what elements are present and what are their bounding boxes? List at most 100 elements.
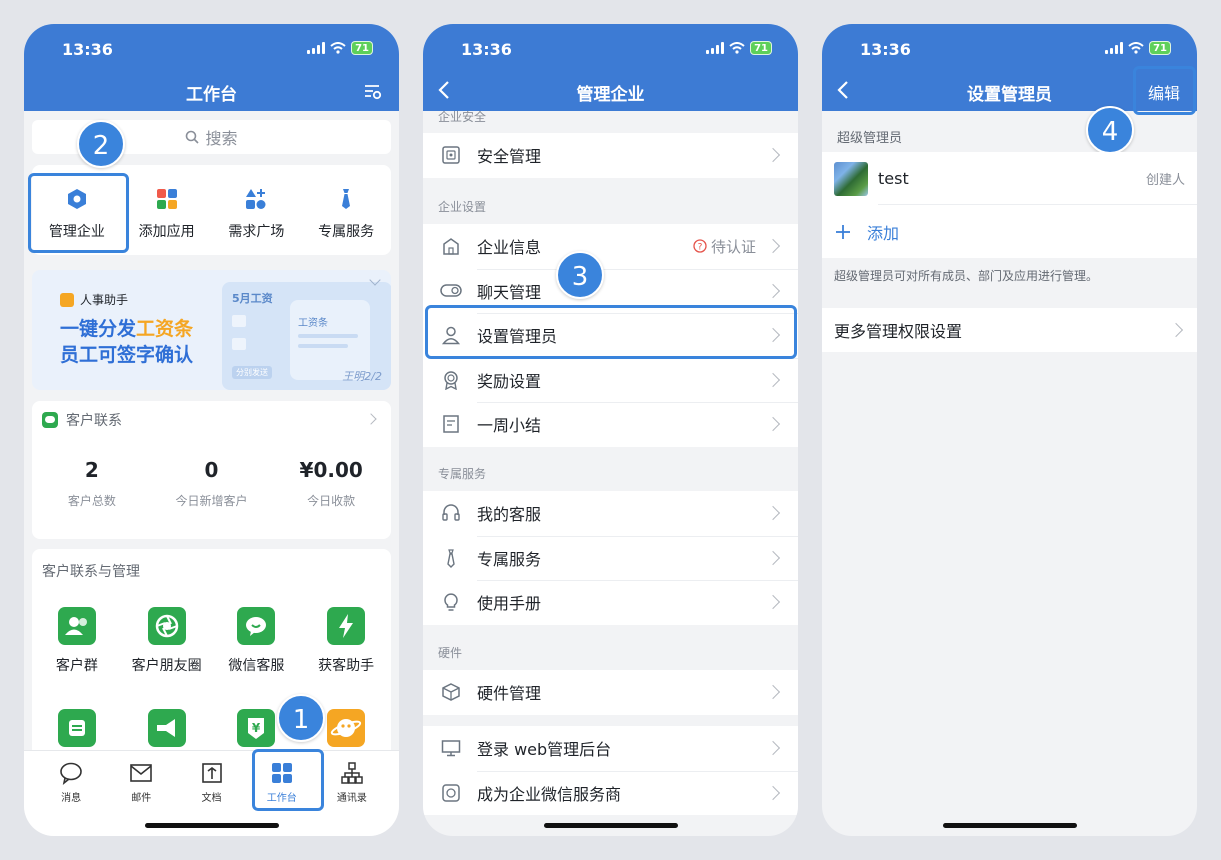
home-indicator	[943, 823, 1077, 828]
tie-icon	[342, 189, 351, 209]
customer-contact-card[interactable]: 客户联系 2 客户总数 0 今日新增客户 ¥0.00 今日收款	[32, 401, 391, 539]
banner-preview-card: 5月工资 工资条 分别发送 王明2/2	[222, 282, 391, 390]
chevron-right-icon	[765, 595, 781, 610]
other-list: 登录 web管理后台 成为企业微信服务商	[423, 726, 798, 815]
monitor-icon	[439, 736, 463, 760]
highlight-workbench-tab	[252, 749, 324, 811]
chevron-right-icon	[765, 283, 781, 298]
apps-grid-icon	[156, 189, 177, 209]
status-icons: 71	[1105, 40, 1171, 56]
building-icon	[439, 234, 463, 258]
chevron-right-icon	[765, 239, 781, 254]
avatar	[834, 161, 868, 196]
status-time: 13:36	[461, 40, 512, 59]
quick-label: 添加应用	[138, 224, 195, 240]
section-header-hardware: 硬件	[438, 646, 463, 660]
promo-banner[interactable]: 人事助手 一键分发工资条 员工可签字确认 5月工资 工资条 分别发送 王明2/2	[32, 270, 391, 390]
row-more-permissions[interactable]: 更多管理权限设置	[822, 308, 1197, 352]
exchange-icon	[57, 709, 96, 747]
tool-exchange[interactable]	[32, 709, 122, 747]
status-time: 13:36	[62, 40, 113, 59]
lightbulb-icon	[439, 590, 463, 614]
phone-workbench: 13:36 71 工作台 搜索 管理企业 添加应用 需求广场 专属服务 2 人事…	[24, 24, 399, 836]
add-app-button[interactable]: 添加应用	[122, 165, 212, 255]
row-security-management[interactable]: 安全管理	[423, 133, 798, 178]
highlight-edit-button	[1133, 66, 1196, 115]
tie-icon	[439, 546, 463, 570]
tool-broadcast[interactable]	[122, 709, 212, 747]
cube-icon	[439, 680, 463, 704]
step-badge-3: 3	[556, 251, 604, 299]
chevron-right-icon	[765, 372, 781, 387]
tab-contacts[interactable]: 通讯录	[317, 751, 387, 836]
tool-wechat-service[interactable]: 微信客服	[212, 607, 302, 675]
tab-messages[interactable]: 消息	[36, 751, 106, 836]
org-chart-icon	[341, 762, 363, 784]
page-title: 管理企业	[576, 85, 645, 105]
customer-tools-card: 客户联系与管理 客户群 客户朋友圈 微信客服 获客助手 ¥	[32, 549, 391, 769]
banner-headline: 一键分发工资条 员工可签字确认	[60, 318, 194, 366]
battery-indicator: 71	[750, 41, 772, 55]
row-web-admin-login[interactable]: 登录 web管理后台	[423, 726, 798, 771]
step-badge-2: 2	[77, 120, 125, 168]
signal-icon	[307, 42, 326, 54]
chevron-right-icon	[765, 685, 781, 700]
row-become-provider[interactable]: 成为企业微信服务商	[423, 770, 798, 816]
headset-icon	[439, 501, 463, 525]
tool-lead-assistant[interactable]: 获客助手	[301, 607, 391, 675]
manage-settings-icon[interactable]	[363, 82, 383, 102]
row-weekly-summary[interactable]: 一周小结	[423, 402, 798, 447]
plus-icon	[836, 224, 850, 239]
step-badge-1: 1	[277, 694, 325, 742]
row-my-support[interactable]: 我的客服	[423, 491, 798, 536]
row-reward-settings[interactable]: 奖励设置	[423, 357, 798, 403]
megaphone-icon	[147, 709, 186, 747]
stat-new-customers: 0 今日新增客户	[175, 458, 248, 508]
tool-moments[interactable]: 客户朋友圈	[122, 607, 212, 675]
security-list: 安全管理	[423, 133, 798, 178]
row-enterprise-info[interactable]: 企业信息 ? 待认证	[423, 224, 798, 269]
banner-tag: 人事助手	[60, 291, 128, 308]
admin-list: test 创建人 添加	[822, 152, 1197, 258]
service-list: 我的客服 专属服务 使用手册	[423, 491, 798, 625]
top-bar: 13:36 71 工作台	[24, 24, 399, 111]
document-icon	[201, 763, 222, 783]
page-title: 工作台	[186, 85, 237, 105]
highlight-set-administrator	[425, 305, 797, 359]
phone-set-administrator: 13:36 71 设置管理员 编辑 超级管理员 4 test 创建人 添加 超级…	[822, 24, 1197, 836]
home-indicator	[544, 823, 678, 828]
planet-icon	[327, 709, 366, 747]
row-user-manual[interactable]: 使用手册	[423, 580, 798, 625]
chevron-right-icon	[765, 785, 781, 800]
quick-label: 需求广场	[228, 224, 285, 240]
hardware-list: 硬件管理	[423, 670, 798, 715]
add-admin-button[interactable]: 添加	[822, 205, 1197, 258]
demand-square-button[interactable]: 需求广场	[212, 165, 302, 255]
chevron-right-icon	[765, 506, 781, 521]
section-header-settings: 企业设置	[438, 200, 487, 214]
top-bar: 13:36 71 管理企业	[423, 24, 798, 111]
chevron-right-icon	[765, 741, 781, 756]
section-header-service: 专属服务	[438, 467, 487, 481]
question-circle-icon: ?	[693, 239, 707, 253]
pending-verification-status: ? 待认证	[693, 236, 756, 257]
stat-today-revenue: ¥0.00 今日收款	[299, 458, 363, 508]
admin-row-test[interactable]: test 创建人	[822, 152, 1197, 205]
search-placeholder: 搜索	[205, 129, 238, 148]
wifi-icon	[330, 42, 346, 54]
row-hardware-management[interactable]: 硬件管理	[423, 670, 798, 715]
stat-total-customers: 2 客户总数	[67, 458, 116, 508]
wechat-bubble-icon	[42, 412, 58, 428]
report-icon	[439, 412, 463, 436]
highlight-manage-enterprise	[28, 173, 129, 253]
group-icon	[57, 607, 96, 645]
tool-customer-group[interactable]: 客户群	[32, 607, 122, 675]
battery-indicator: 71	[1149, 41, 1171, 55]
shapes-plus-icon	[246, 189, 266, 209]
safe-icon	[439, 143, 463, 167]
exclusive-service-button[interactable]: 专属服务	[301, 165, 391, 255]
quick-label: 专属服务	[318, 224, 375, 240]
wifi-icon	[1128, 42, 1144, 54]
signal-icon	[706, 42, 725, 54]
row-exclusive-service[interactable]: 专属服务	[423, 535, 798, 581]
